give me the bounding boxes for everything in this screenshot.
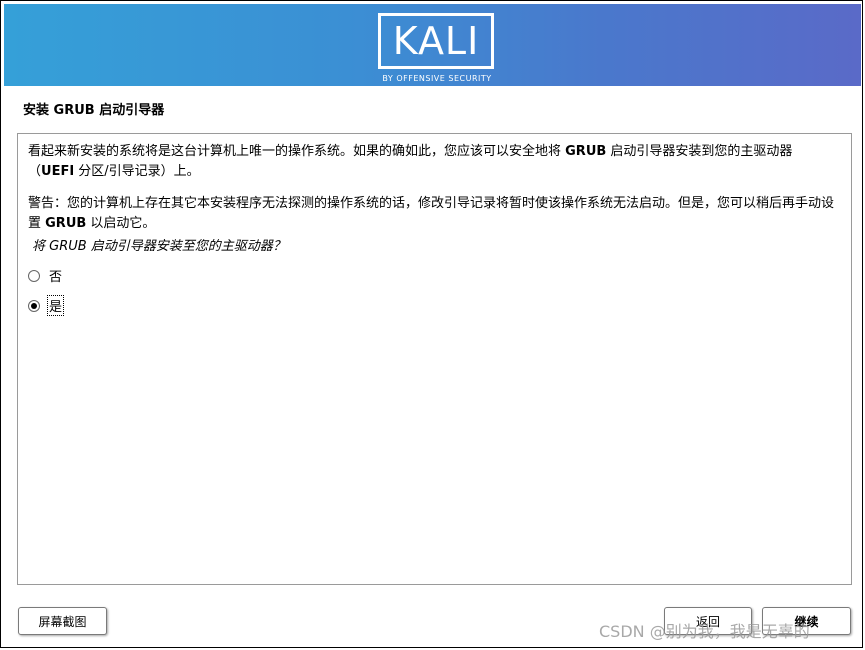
radio-label-no[interactable]: 否: [48, 266, 63, 285]
radio-option-no[interactable]: 否: [28, 266, 63, 285]
screenshot-button[interactable]: 屏幕截图: [18, 607, 107, 635]
continue-button[interactable]: 继续: [762, 607, 851, 635]
radio-button-no[interactable]: [28, 269, 40, 282]
radio-label-yes[interactable]: 是: [46, 295, 65, 316]
radio-option-yes[interactable]: 是: [28, 295, 65, 316]
kali-logo-text: KALI: [392, 19, 480, 63]
kali-logo: KALI: [378, 13, 494, 69]
install-question: 将 GRUB 启动引导器安装至您的主驱动器？: [32, 239, 286, 254]
description-paragraph: 看起来新安装的系统将是这台计算机上唯一的操作系统。如果的确如此，您应该可以安全地…: [28, 144, 793, 179]
back-button[interactable]: 返回: [664, 607, 752, 635]
kali-banner: KALI BY OFFENSIVE SECURITY: [4, 4, 861, 86]
kali-logo-tagline: BY OFFENSIVE SECURITY: [382, 74, 492, 83]
page-title: 安装 GRUB 启动引导器: [23, 103, 165, 118]
warning-paragraph: 警告：您的计算机上存在其它本安装程序无法探测的操作系统的话，修改引导记录将暂时使…: [28, 196, 835, 231]
installer-window: KALI BY OFFENSIVE SECURITY 安装 GRUB 启动引导器…: [0, 0, 863, 648]
radio-button-yes[interactable]: [28, 299, 40, 312]
content-panel: 看起来新安装的系统将是这台计算机上唯一的操作系统。如果的确如此，您应该可以安全地…: [17, 133, 852, 585]
